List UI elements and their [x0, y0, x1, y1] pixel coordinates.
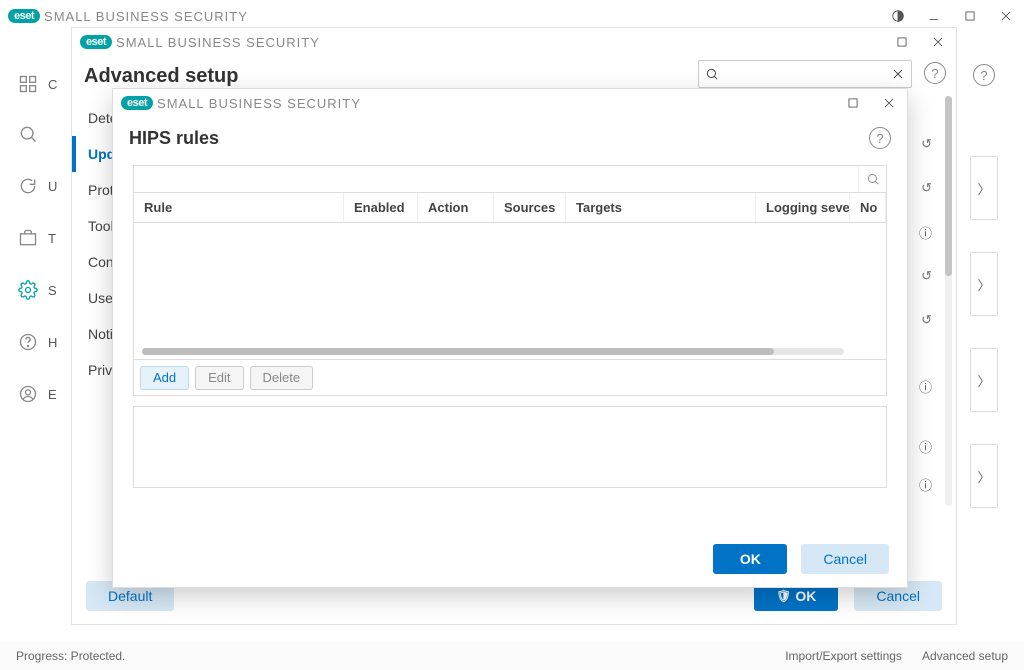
brand-logo: eset SMALL BUSINESS SECURITY	[80, 35, 320, 50]
hips-search-input[interactable]	[134, 172, 858, 186]
col-enabled[interactable]: Enabled	[344, 193, 418, 222]
contrast-icon[interactable]	[888, 6, 908, 26]
undo-icon[interactable]: ↺	[921, 136, 932, 152]
import-export-link[interactable]: Import/Export settings	[785, 649, 902, 663]
col-logging-severity[interactable]: Logging severity	[756, 193, 850, 222]
scrollbar-thumb[interactable]	[945, 96, 952, 276]
cancel-button[interactable]: Cancel	[801, 544, 889, 574]
hips-preview-pane	[133, 406, 887, 488]
col-targets[interactable]: Targets	[566, 193, 756, 222]
right-panel-peek: ? 〉 〉 〉 〉	[968, 64, 1000, 520]
status-bar: Progress: Protected. Import/Export setti…	[0, 642, 1024, 670]
hips-actions: Add Edit Delete	[133, 360, 887, 396]
sidebar-item-search[interactable]	[16, 122, 40, 146]
undo-icon[interactable]: ↺	[921, 312, 932, 328]
edit-button: Edit	[195, 366, 243, 390]
info-icon[interactable]: ⓘ	[919, 475, 932, 494]
minimize-icon[interactable]	[924, 6, 944, 26]
help-icon[interactable]: ?	[869, 127, 891, 149]
main-sidebar: C U T S H E	[0, 32, 56, 642]
info-icon[interactable]: ⓘ	[919, 377, 932, 396]
panel-chevron-2[interactable]: 〉	[970, 252, 998, 316]
search-icon	[705, 67, 719, 81]
col-action[interactable]: Action	[418, 193, 494, 222]
undo-icon[interactable]: ↺	[921, 268, 932, 284]
hips-title: HIPS rules	[129, 128, 219, 149]
adv-title: Advanced setup	[84, 65, 238, 88]
help-icon[interactable]: ?	[973, 64, 995, 86]
hips-table-body	[134, 223, 886, 359]
adv-search-input[interactable]	[725, 67, 885, 81]
sidebar-item-help[interactable]: H	[16, 330, 40, 354]
panel-chevron-1[interactable]: 〉	[970, 156, 998, 220]
close-icon[interactable]	[928, 32, 948, 52]
brand-product: SMALL BUSINESS SECURITY	[44, 9, 248, 24]
hips-search	[133, 165, 887, 193]
sidebar-item-update[interactable]: U	[16, 174, 40, 198]
brand-badge: eset	[8, 9, 40, 23]
status-text: Progress: Protected.	[16, 649, 125, 663]
advanced-setup-link[interactable]: Advanced setup	[922, 649, 1008, 663]
maximize-icon[interactable]	[960, 6, 980, 26]
info-icon[interactable]: ⓘ	[919, 437, 932, 456]
adv-scrollbar[interactable]	[945, 96, 952, 506]
sidebar-item-tools[interactable]: T	[16, 226, 40, 250]
scrollbar-thumb[interactable]	[142, 348, 774, 355]
hips-titlebar: eset SMALL BUSINESS SECURITY	[113, 89, 907, 117]
maximize-icon[interactable]	[843, 93, 863, 113]
brand-logo: eset SMALL BUSINESS SECURITY	[121, 96, 361, 111]
add-button[interactable]: Add	[140, 366, 189, 390]
adv-search[interactable]	[698, 60, 912, 88]
col-sources[interactable]: Sources	[494, 193, 566, 222]
hips-header: HIPS rules ?	[113, 117, 907, 159]
sidebar-item-setup[interactable]: S	[16, 278, 40, 302]
adv-titlebar: eset SMALL BUSINESS SECURITY	[72, 28, 956, 56]
horizontal-scrollbar[interactable]	[142, 348, 844, 355]
undo-icon[interactable]: ↺	[921, 180, 932, 196]
close-icon[interactable]	[996, 6, 1016, 26]
clear-icon[interactable]	[891, 67, 905, 81]
sidebar-item-overview[interactable]: C	[16, 72, 40, 96]
main-window-controls	[888, 6, 1016, 26]
sidebar-item-account[interactable]: E	[16, 382, 40, 406]
col-rule[interactable]: Rule	[134, 193, 344, 222]
panel-chevron-4[interactable]: 〉	[970, 444, 998, 508]
help-icon[interactable]: ?	[924, 62, 946, 84]
delete-button: Delete	[250, 366, 314, 390]
hips-footer: OK Cancel	[113, 531, 907, 587]
ok-button[interactable]: OK	[713, 544, 787, 574]
info-icon[interactable]: ⓘ	[919, 223, 932, 242]
brand-logo: eset SMALL BUSINESS SECURITY	[8, 9, 248, 24]
panel-chevron-3[interactable]: 〉	[970, 348, 998, 412]
col-no[interactable]: No	[850, 193, 886, 222]
maximize-icon[interactable]	[892, 32, 912, 52]
hips-rules-dialog: eset SMALL BUSINESS SECURITY HIPS rules …	[112, 88, 908, 588]
hips-table: RuleEnabledActionSourcesTargetsLogging s…	[133, 193, 887, 360]
hips-table-header: RuleEnabledActionSourcesTargetsLogging s…	[134, 193, 886, 223]
close-icon[interactable]	[879, 93, 899, 113]
search-icon[interactable]	[858, 166, 886, 192]
